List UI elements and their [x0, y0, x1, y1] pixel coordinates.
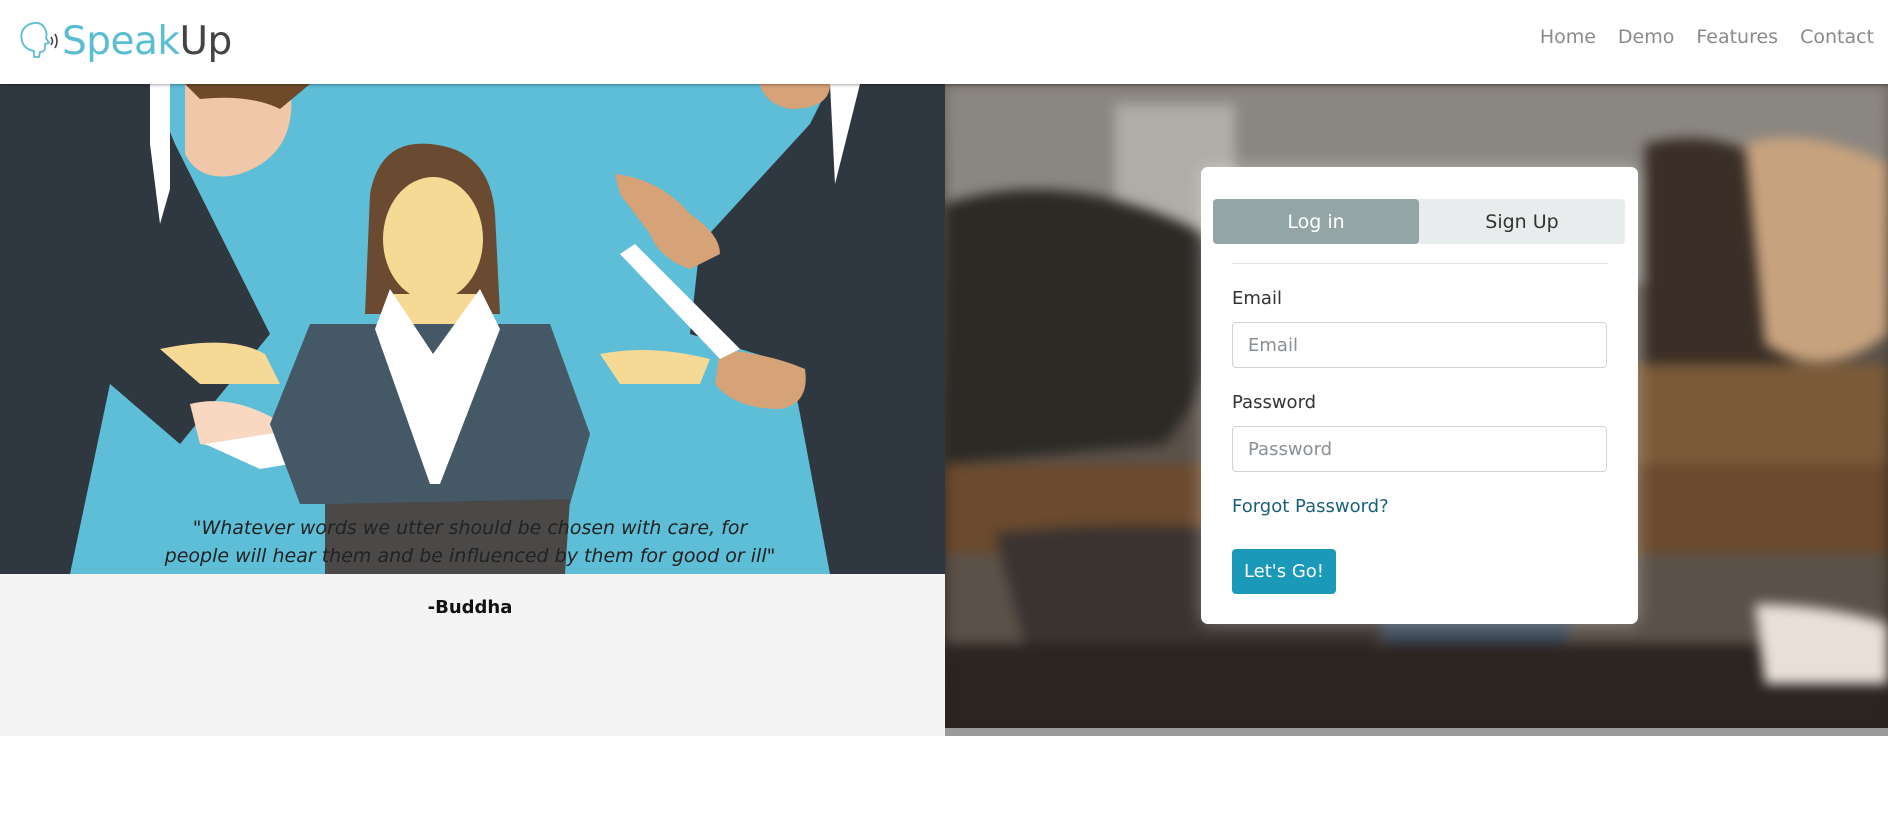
brand-logo[interactable]: Speak Up: [14, 16, 232, 66]
speaking-head-icon: [20, 22, 58, 58]
forgot-password-link[interactable]: Forgot Password?: [1232, 496, 1389, 517]
password-label: Password: [1232, 392, 1317, 413]
submit-button[interactable]: Let's Go!: [1232, 549, 1336, 594]
divider: [1232, 263, 1608, 264]
navbar: Speak Up Home Demo Features Contact: [0, 0, 1888, 84]
nav-demo[interactable]: Demo: [1618, 26, 1674, 48]
brand-up: Up: [179, 18, 233, 64]
nav-features[interactable]: Features: [1696, 26, 1778, 48]
left-panel: [0, 84, 945, 736]
login-card: Log in Sign Up Email Password Forgot Pas…: [1201, 167, 1638, 624]
main-nav: Home Demo Features Contact: [1540, 26, 1874, 48]
nav-home[interactable]: Home: [1540, 26, 1596, 48]
email-field[interactable]: [1232, 322, 1607, 368]
quote-text: "Whatever words we utter should be chose…: [164, 517, 776, 567]
email-label: Email: [1232, 288, 1282, 309]
tab-login[interactable]: Log in: [1213, 199, 1419, 244]
auth-tabs: Log in Sign Up: [1213, 199, 1625, 244]
office-illustration: [0, 84, 945, 574]
nav-contact[interactable]: Contact: [1800, 26, 1874, 48]
password-field[interactable]: [1232, 426, 1607, 472]
brand-speak: Speak: [62, 18, 180, 64]
quote-author: -Buddha: [427, 597, 513, 618]
right-panel-bottom-bar: [945, 728, 1888, 736]
tab-signup[interactable]: Sign Up: [1419, 199, 1625, 244]
